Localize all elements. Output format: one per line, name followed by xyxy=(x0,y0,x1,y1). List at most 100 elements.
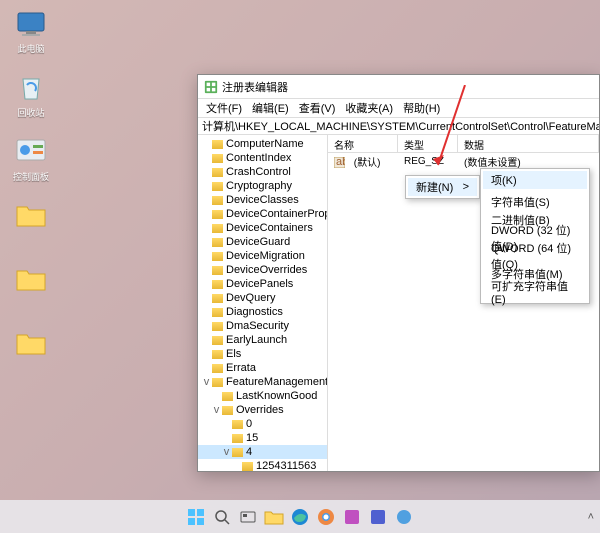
search-button[interactable] xyxy=(211,506,233,528)
icon-label: 控制面板 xyxy=(13,170,49,183)
tree-label: EarlyLaunch xyxy=(226,334,287,346)
tree-item[interactable]: ComputerName xyxy=(198,137,327,151)
desktop-icon-control[interactable]: 控制面板 xyxy=(10,136,52,186)
folder-icon xyxy=(15,200,47,232)
titlebar[interactable]: 注册表编辑器 xyxy=(198,75,599,99)
address-bar[interactable]: 计算机\HKEY_LOCAL_MACHINE\SYSTEM\CurrentCon… xyxy=(198,117,599,135)
app-button-2[interactable] xyxy=(367,506,389,528)
chevron-right-icon: > xyxy=(463,181,469,193)
tree-item[interactable]: DeviceGuard xyxy=(198,235,327,249)
tree-item[interactable]: Diagnostics xyxy=(198,305,327,319)
tree-label: DeviceGuard xyxy=(226,236,290,248)
computer-icon xyxy=(15,8,47,40)
taskbar: ˄ xyxy=(0,500,600,533)
folder-icon xyxy=(212,266,223,275)
folder-icon xyxy=(212,336,223,345)
tree-label: 15 xyxy=(246,432,258,444)
tree-item[interactable]: vOverrides xyxy=(198,403,327,417)
tree-item[interactable]: DeviceContainers xyxy=(198,221,327,235)
tree-label: Diagnostics xyxy=(226,306,283,318)
folder-icon xyxy=(232,420,243,429)
tree-item[interactable]: 15 xyxy=(198,431,327,445)
tree-item[interactable]: v4 xyxy=(198,445,327,459)
tree-item[interactable]: DmaSecurity xyxy=(198,319,327,333)
tree-label: FeatureManagement xyxy=(226,376,328,388)
tree-label: LastKnownGood xyxy=(236,390,317,402)
folder-icon xyxy=(212,154,223,163)
tree-item[interactable]: Els xyxy=(198,347,327,361)
tray-chevron-icon[interactable]: ˄ xyxy=(588,511,594,523)
folder-icon xyxy=(212,210,223,219)
tree-item[interactable]: DeviceContainerPropertyUpda xyxy=(198,207,327,221)
folder-icon xyxy=(212,350,223,359)
menu-file[interactable]: 文件(F) xyxy=(202,100,246,116)
tree-label: DeviceContainerPropertyUpda xyxy=(226,208,328,220)
tree-item[interactable]: DeviceMigration xyxy=(198,249,327,263)
tree-item[interactable]: CrashControl xyxy=(198,165,327,179)
tree-item[interactable]: LastKnownGood xyxy=(198,389,327,403)
tree-label: ContentIndex xyxy=(226,152,291,164)
tree-item[interactable]: 0 xyxy=(198,417,327,431)
context-menu-primary: 新建(N) > xyxy=(405,175,480,199)
folder-icon xyxy=(212,140,223,149)
tree-item[interactable]: ContentIndex xyxy=(198,151,327,165)
tree-label: CrashControl xyxy=(226,166,291,178)
app-button-3[interactable] xyxy=(393,506,415,528)
control-panel-icon xyxy=(15,136,47,168)
folder-icon xyxy=(222,406,233,415)
system-tray[interactable]: ˄ xyxy=(588,511,594,523)
desktop-icon-folder2[interactable] xyxy=(10,264,52,314)
tree-item[interactable]: DeviceOverrides xyxy=(198,263,327,277)
col-type[interactable]: 类型 xyxy=(398,135,458,152)
icon-label: 此电脑 xyxy=(17,42,44,55)
app-button[interactable] xyxy=(341,506,363,528)
desktop-icon-computer[interactable]: 此电脑 xyxy=(10,8,52,58)
tree-label: DevQuery xyxy=(226,292,276,304)
ctx-qword[interactable]: QWORD (64 位)值(Q) xyxy=(483,247,587,265)
folder-icon xyxy=(212,196,223,205)
col-name[interactable]: 名称 xyxy=(328,135,398,152)
tree-label: DeviceContainers xyxy=(226,222,313,234)
recycle-icon xyxy=(15,72,47,104)
tree-item[interactable]: v FeatureManagement xyxy=(198,375,327,389)
ctx-new[interactable]: 新建(N) > xyxy=(408,178,477,196)
desktop-icon-recycle[interactable]: 回收站 xyxy=(10,72,52,122)
menu-view[interactable]: 查看(V) xyxy=(295,100,340,116)
tree-item[interactable]: Cryptography xyxy=(198,179,327,193)
ctx-key[interactable]: 项(K) xyxy=(483,171,587,189)
folder-icon xyxy=(212,308,223,317)
tree-item[interactable]: 1254311563 xyxy=(198,459,327,471)
folder-icon xyxy=(212,322,223,331)
explorer-button[interactable] xyxy=(263,506,285,528)
tree-label: Cryptography xyxy=(226,180,292,192)
folder-icon xyxy=(212,224,223,233)
list-row[interactable]: ab (默认) REG_SZ (数值未设置) xyxy=(328,153,599,169)
taskview-button[interactable] xyxy=(237,506,259,528)
ctx-label: 字符串值(S) xyxy=(491,194,550,210)
cell-type: REG_SZ xyxy=(398,156,458,167)
col-data[interactable]: 数据 xyxy=(458,135,599,152)
folder-icon xyxy=(212,280,223,289)
cell-name: ab (默认) xyxy=(328,154,398,169)
expand-icon[interactable]: v xyxy=(222,446,231,458)
tree-item[interactable]: DevQuery xyxy=(198,291,327,305)
desktop-icon-folder3[interactable] xyxy=(10,328,52,378)
menu-edit[interactable]: 编辑(E) xyxy=(248,100,293,116)
ctx-label: 新建(N) xyxy=(416,179,453,195)
desktop-icon-folder1[interactable] xyxy=(10,200,52,250)
expand-icon[interactable]: v xyxy=(212,404,221,416)
menu-help[interactable]: 帮助(H) xyxy=(399,100,444,116)
ctx-expstring[interactable]: 可扩充字符串值(E) xyxy=(483,283,587,301)
tree-item[interactable]: Errata xyxy=(198,361,327,375)
tree-item[interactable]: DeviceClasses xyxy=(198,193,327,207)
menu-fav[interactable]: 收藏夹(A) xyxy=(341,100,397,116)
window-title: 注册表编辑器 xyxy=(222,79,288,95)
ctx-string[interactable]: 字符串值(S) xyxy=(483,193,587,211)
edge-button[interactable] xyxy=(289,506,311,528)
tree-item[interactable]: EarlyLaunch xyxy=(198,333,327,347)
tree-item[interactable]: DevicePanels xyxy=(198,277,327,291)
start-button[interactable] xyxy=(185,506,207,528)
chrome-button[interactable] xyxy=(315,506,337,528)
expand-icon[interactable]: v xyxy=(202,376,211,388)
tree-pane[interactable]: ComputerNameContentIndex CrashControl Cryp… xyxy=(198,135,328,471)
